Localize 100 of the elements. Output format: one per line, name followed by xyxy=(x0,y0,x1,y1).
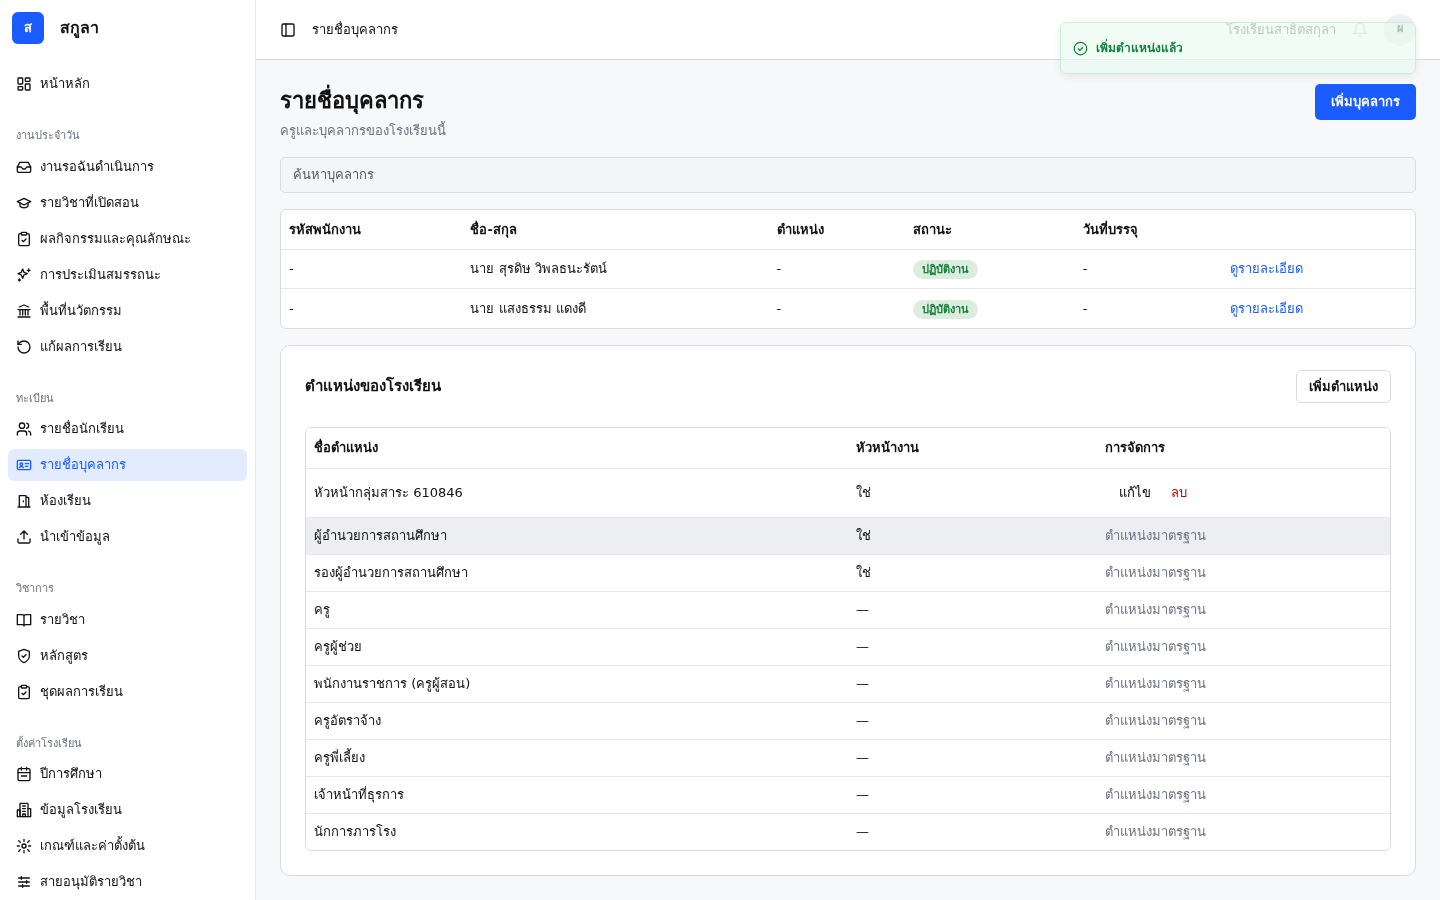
sidebar-item[interactable]: ห้องเรียน xyxy=(8,485,247,517)
upload-icon xyxy=(16,529,32,545)
sidebar-item[interactable]: งานรอฉันดำเนินการ xyxy=(8,150,247,183)
column-header: ชื่อตำแหน่ง xyxy=(314,440,378,455)
add-staff-button[interactable]: เพิ่มบุคลากร xyxy=(1315,84,1416,120)
add-position-button[interactable]: เพิ่มตำแหน่ง xyxy=(1296,369,1391,403)
breadcrumb: รายชื่อบุคลากร xyxy=(312,20,398,40)
status-badge: ปฏิบัติงาน xyxy=(912,260,978,280)
sidebar-item[interactable]: หลักสูตร xyxy=(8,639,247,672)
page-title: รายชื่อบุคลากร xyxy=(280,84,446,117)
table-cell: พนักงานราชการ (ครูผู้สอน) xyxy=(314,675,471,691)
sidebar-item[interactable]: สายอนุมัติรายวิชา xyxy=(8,866,247,898)
table-cell: — xyxy=(856,786,869,802)
edit-button[interactable]: แก้ไข xyxy=(1109,480,1162,505)
table-cell: ครูผู้ช่วย xyxy=(314,638,362,654)
sidebar-item[interactable]: หน้าหลัก xyxy=(8,68,247,100)
details-link[interactable]: ดูรายละเอียด xyxy=(1230,261,1304,277)
calendar-icon xyxy=(16,766,32,782)
clipboard-check-icon xyxy=(16,230,32,247)
id-card-icon xyxy=(16,457,32,473)
status-badge: ปฏิบัติงาน xyxy=(912,299,978,319)
table-cell: ตำแหน่งมาตรฐาน xyxy=(1105,527,1207,543)
table-cell: ตำแหน่งมาตรฐาน xyxy=(1105,564,1207,580)
sidebar-item[interactable]: ชุดผลการเรียน xyxy=(8,675,247,708)
table-cell: — xyxy=(856,638,869,654)
table-cell: — xyxy=(856,749,869,765)
users-icon xyxy=(16,421,32,437)
column-header: การจัดการ xyxy=(1105,440,1166,455)
table-cell: - xyxy=(1082,261,1088,277)
table-cell: รองผู้อำนวยการสถานศึกษา xyxy=(314,564,468,580)
sidebar-item[interactable]: พื้นที่นวัตกรรม xyxy=(8,294,247,327)
sidebar-item[interactable]: นำเข้าข้อมูล xyxy=(8,521,247,553)
table-cell: ตำแหน่งมาตรฐาน xyxy=(1105,824,1207,839)
sidebar-item[interactable]: ผลกิจกรรมและคุณลักษณะ xyxy=(8,222,247,255)
table-cell: - xyxy=(1082,300,1088,316)
table-cell: ใช่ xyxy=(856,484,871,500)
table-cell: ตำแหน่งมาตรฐาน xyxy=(1105,749,1207,765)
section-title: วิชาการ xyxy=(15,581,55,597)
sliders-icon xyxy=(16,874,32,890)
table-cell: ครูอัตราจ้าง xyxy=(314,712,381,728)
details-link[interactable]: ดูรายละเอียด xyxy=(1230,300,1304,316)
building-icon xyxy=(16,802,32,818)
logo: ส xyxy=(12,12,44,44)
section-title: ตั้งค่าโรงเรียน xyxy=(15,735,83,752)
table-cell: - xyxy=(289,300,294,316)
table-cell: ผู้อำนวยการสถานศึกษา xyxy=(314,527,447,543)
delete-button[interactable]: ลบ xyxy=(1161,480,1198,505)
door-icon xyxy=(16,493,32,509)
book-icon xyxy=(16,611,32,628)
column-header: วันที่บรรจุ xyxy=(1082,221,1138,237)
page-subtitle: ครูและบุคลากรของโรงเรียนนี้ xyxy=(280,121,446,141)
sidebar-toggle-icon[interactable] xyxy=(280,21,296,38)
shield-check-icon xyxy=(16,647,32,664)
column-header: รหัสพนักงาน xyxy=(289,221,361,237)
table-cell: ตำแหน่งมาตรฐาน xyxy=(1105,638,1207,654)
clipboard-check-icon xyxy=(16,683,32,700)
table-cell: นาย สุรดิษ วิพลธนะรัตน์ xyxy=(470,261,607,277)
table-cell: — xyxy=(856,601,869,617)
table-cell: หัวหน้ากลุ่มสาระ 610846 xyxy=(314,484,463,500)
section-title: งานประจำวัน xyxy=(15,128,81,144)
rotate-icon xyxy=(16,338,32,355)
table-cell: — xyxy=(856,712,869,728)
bank-icon xyxy=(16,302,32,319)
table-cell: เจ้าหน้าที่ธุรการ xyxy=(314,786,404,802)
section-title: ทะเบียน xyxy=(15,390,55,407)
sidebar-item[interactable]: ปีการศึกษา xyxy=(8,758,247,790)
table-cell: - xyxy=(776,261,782,277)
sidebar-item[interactable]: รายวิชา xyxy=(8,603,247,636)
sidebar-item[interactable]: เกณฑ์และค่าตั้งต้น xyxy=(8,830,247,862)
table-cell: ครู xyxy=(314,601,330,617)
grid-icon xyxy=(16,76,32,92)
column-header: หัวหน้างาน xyxy=(856,440,919,455)
table-cell: ตำแหน่งมาตรฐาน xyxy=(1105,675,1207,691)
sparkles-icon xyxy=(16,266,32,283)
column-header: ตำแหน่ง xyxy=(776,221,824,237)
sidebar-item[interactable]: รายชื่อนักเรียน xyxy=(8,413,247,445)
table-cell: - xyxy=(289,261,294,277)
search-field[interactable]: ค้นหาบุคลากร xyxy=(280,156,1416,193)
sidebar-item[interactable]: รายวิชาที่เปิดสอน xyxy=(8,186,247,219)
check-circle-icon xyxy=(1073,40,1088,56)
table-cell: ตำแหน่งมาตรฐาน xyxy=(1105,601,1207,617)
section-heading: ตำแหน่งของโรงเรียน xyxy=(305,376,441,397)
sidebar-item[interactable]: การประเมินสมรรถนะ xyxy=(8,258,247,291)
table-cell: ครูพี่เลี้ยง xyxy=(314,749,365,765)
sidebar-item[interactable]: ข้อมูลโรงเรียน xyxy=(8,794,247,826)
brand-name: สกูลา xyxy=(60,17,99,40)
table-cell: ใช่ xyxy=(856,564,871,580)
table-cell: — xyxy=(856,824,869,839)
toast-message: เพิ่มตำแหน่งแล้ว xyxy=(1096,39,1183,57)
sidebar-item[interactable]: แก้ผลการเรียน xyxy=(8,330,247,363)
column-header: ชื่อ-สกุล xyxy=(470,221,517,237)
table-cell: ใช่ xyxy=(856,527,871,543)
table-cell: - xyxy=(776,300,782,316)
column-header: สถานะ xyxy=(912,221,952,237)
table-cell: ตำแหน่งมาตรฐาน xyxy=(1105,712,1207,728)
table-cell: นักการภารโรง xyxy=(314,824,396,839)
table-cell: — xyxy=(856,675,869,691)
table-cell: นาย แสงธรรม แดงดี xyxy=(470,300,586,316)
table-cell: ตำแหน่งมาตรฐาน xyxy=(1105,786,1207,802)
sidebar-item[interactable]: รายชื่อบุคลากร xyxy=(8,449,247,481)
